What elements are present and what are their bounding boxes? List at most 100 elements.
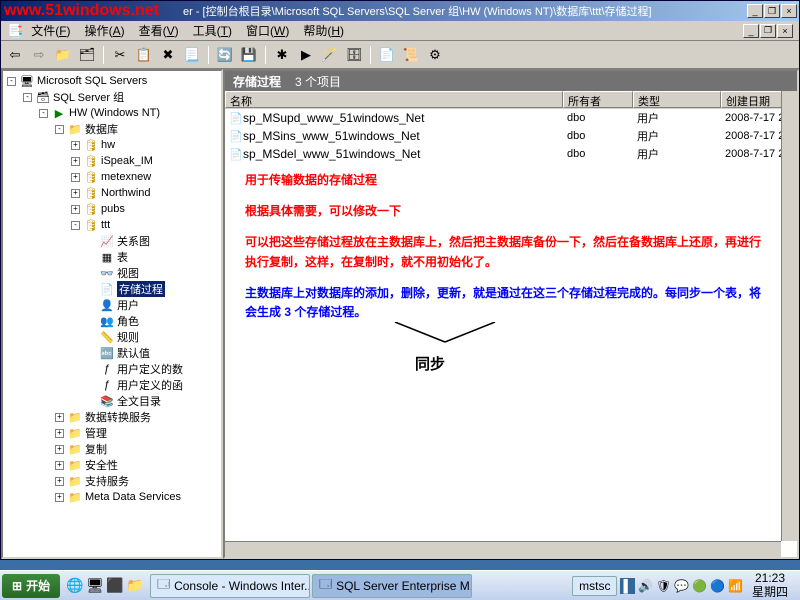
- forward-button[interactable]: ⇨: [29, 45, 49, 65]
- horizontal-scrollbar[interactable]: [225, 541, 781, 557]
- tree-databases[interactable]: -📁数据库: [5, 121, 219, 137]
- watermark-text: www.51windows.net: [4, 2, 159, 20]
- server-icon: 🖥: [20, 74, 34, 88]
- tray-icon-2[interactable]: 🛡: [656, 579, 671, 593]
- cut-button[interactable]: ✂: [110, 45, 130, 65]
- delete-button[interactable]: ✖: [158, 45, 178, 65]
- tree-ttt-item[interactable]: 📚全文目录: [5, 393, 219, 409]
- mdi-restore-button[interactable]: ❐: [760, 24, 776, 38]
- tray-icon-5[interactable]: 🔵: [710, 579, 725, 593]
- database-icon: 🛢: [84, 138, 98, 152]
- tray-icon-3[interactable]: 💬: [674, 579, 689, 593]
- menu-window[interactable]: 窗口(W): [240, 20, 295, 41]
- tree-db-item[interactable]: +🛢Northwind: [5, 185, 219, 201]
- new-button[interactable]: 📄: [377, 45, 397, 65]
- panel-header: 存储过程 3 个项目: [225, 71, 797, 91]
- menu-view[interactable]: 查看(V): [133, 20, 185, 41]
- start-button[interactable]: ⊞开始: [2, 574, 60, 598]
- tree-folder-label: 数据转换服务: [85, 409, 151, 425]
- tree-folder-label: 复制: [85, 441, 107, 457]
- toolbar: ⇦ ⇨ 📁 🗂 ✂ 📋 ✖ 📃 🔄 💾 ✱ ▶ 🪄 🗄 📄 📜 ⚙: [1, 41, 799, 69]
- tree-ttt-item[interactable]: 📈关系图: [5, 233, 219, 249]
- tree-ttt-item[interactable]: 📄存储过程: [5, 281, 219, 297]
- tree-item-label: 关系图: [117, 233, 150, 249]
- folder-icon: 📁: [68, 122, 82, 136]
- properties-button[interactable]: 📃: [182, 45, 202, 65]
- tree-folder[interactable]: +📁管理: [5, 425, 219, 441]
- star-button[interactable]: ✱: [272, 45, 292, 65]
- ql-cmd-icon[interactable]: ⬛: [106, 577, 124, 595]
- menu-tools[interactable]: 工具(T): [187, 20, 238, 41]
- menu-file[interactable]: 文件(F): [25, 20, 76, 41]
- tree-ttt-item[interactable]: 👓视图: [5, 265, 219, 281]
- lang-indicator[interactable]: ▌: [620, 578, 635, 594]
- column-header[interactable]: 类型: [633, 91, 721, 108]
- tray-icon-6[interactable]: 📶: [728, 579, 743, 593]
- tray-icon-1[interactable]: 🔊: [638, 579, 653, 593]
- tree-ttt-item[interactable]: 🔤默认值: [5, 345, 219, 361]
- ql-desktop-icon[interactable]: 🖥: [86, 577, 104, 595]
- tree-panel[interactable]: -🖥Microsoft SQL Servers -🗃SQL Server 组 -…: [1, 69, 223, 559]
- back-button[interactable]: ⇦: [5, 45, 25, 65]
- run-button[interactable]: ⚙: [425, 45, 445, 65]
- minimize-button[interactable]: _: [747, 4, 763, 18]
- row-owner: dbo: [563, 112, 633, 124]
- tree-root[interactable]: -🖥Microsoft SQL Servers: [5, 73, 219, 89]
- db-button[interactable]: 🗄: [344, 45, 364, 65]
- tree-db-item[interactable]: +🛢hw: [5, 137, 219, 153]
- tree-folder[interactable]: +📁安全性: [5, 457, 219, 473]
- tree-ttt-item[interactable]: ƒ用户定义的数: [5, 361, 219, 377]
- export-button[interactable]: 💾: [239, 45, 259, 65]
- clock[interactable]: 21:23 星期四: [746, 572, 794, 598]
- refresh-button[interactable]: 🔄: [215, 45, 235, 65]
- tree-db-ttt[interactable]: -🛢ttt: [5, 217, 219, 233]
- tree-db-item[interactable]: +🛢pubs: [5, 201, 219, 217]
- vertical-scrollbar[interactable]: [781, 91, 797, 541]
- tree-ttt-item[interactable]: 👥角色: [5, 313, 219, 329]
- table-row[interactable]: 📄sp_MSins_www_51windows_Net dbo 用户 2008-…: [225, 127, 797, 145]
- tree-ttt-item[interactable]: ▦表: [5, 249, 219, 265]
- maximize-button[interactable]: ❐: [764, 4, 780, 18]
- ql-folder-icon[interactable]: 📁: [126, 577, 144, 595]
- copy-button[interactable]: 📋: [134, 45, 154, 65]
- mdi-minimize-button[interactable]: _: [743, 24, 759, 38]
- tree-ttt-item[interactable]: 👤用户: [5, 297, 219, 313]
- taskbar-task[interactable]: 🗔SQL Server Enterprise M...: [312, 574, 472, 598]
- tree-item-label: 用户定义的数: [117, 361, 183, 377]
- taskbar-task[interactable]: 🗔Console - Windows Inter...: [150, 574, 310, 598]
- tree-server[interactable]: -▶HW (Windows NT): [5, 105, 219, 121]
- menu-action[interactable]: 操作(A): [79, 20, 131, 41]
- taskbar: ⊞开始 🌐 🖥 ⬛ 📁 🗔Console - Windows Inter...🗔…: [0, 570, 800, 600]
- menu-help[interactable]: 帮助(H): [297, 20, 350, 41]
- up-button[interactable]: 📁: [53, 45, 73, 65]
- show-tree-button[interactable]: 🗂: [77, 45, 97, 65]
- tree-folder[interactable]: +📁Meta Data Services: [5, 489, 219, 505]
- wizard-button[interactable]: 🪄: [320, 45, 340, 65]
- tree-db-item[interactable]: +🛢iSpeak_IM: [5, 153, 219, 169]
- item-icon: 📚: [100, 394, 114, 408]
- sp-icon: 📄: [229, 148, 243, 161]
- mdi-icon[interactable]: 📑: [7, 23, 23, 39]
- script-button[interactable]: 📜: [401, 45, 421, 65]
- tree-ttt-item[interactable]: ƒ用户定义的函: [5, 377, 219, 393]
- close-button[interactable]: ×: [781, 4, 797, 18]
- tree-folder[interactable]: +📁支持服务: [5, 473, 219, 489]
- mdi-close-button[interactable]: ×: [777, 24, 793, 38]
- tray-icon-4[interactable]: 🟢: [692, 579, 707, 593]
- arrow-button[interactable]: ▶: [296, 45, 316, 65]
- table-row[interactable]: 📄sp_MSdel_www_51windows_Net dbo 用户 2008-…: [225, 145, 797, 163]
- tree-db-item[interactable]: +🛢metexnew: [5, 169, 219, 185]
- mstsc-label[interactable]: mstsc: [572, 576, 617, 596]
- folder-icon: 📁: [68, 426, 82, 440]
- tree-folder[interactable]: +📁数据转换服务: [5, 409, 219, 425]
- tree-group[interactable]: -🗃SQL Server 组: [5, 89, 219, 105]
- tree-ttt-item[interactable]: 📏规则: [5, 329, 219, 345]
- table-row[interactable]: 📄sp_MSupd_www_51windows_Net dbo 用户 2008-…: [225, 109, 797, 127]
- tree-folder[interactable]: +📁复制: [5, 441, 219, 457]
- column-header[interactable]: 所有者: [563, 91, 633, 108]
- tree-item-label: 默认值: [117, 345, 150, 361]
- column-header[interactable]: 名称: [225, 91, 563, 108]
- ql-ie-icon[interactable]: 🌐: [66, 577, 84, 595]
- quick-launch: 🌐 🖥 ⬛ 📁: [60, 577, 150, 595]
- tree-folder-label: Meta Data Services: [85, 491, 181, 503]
